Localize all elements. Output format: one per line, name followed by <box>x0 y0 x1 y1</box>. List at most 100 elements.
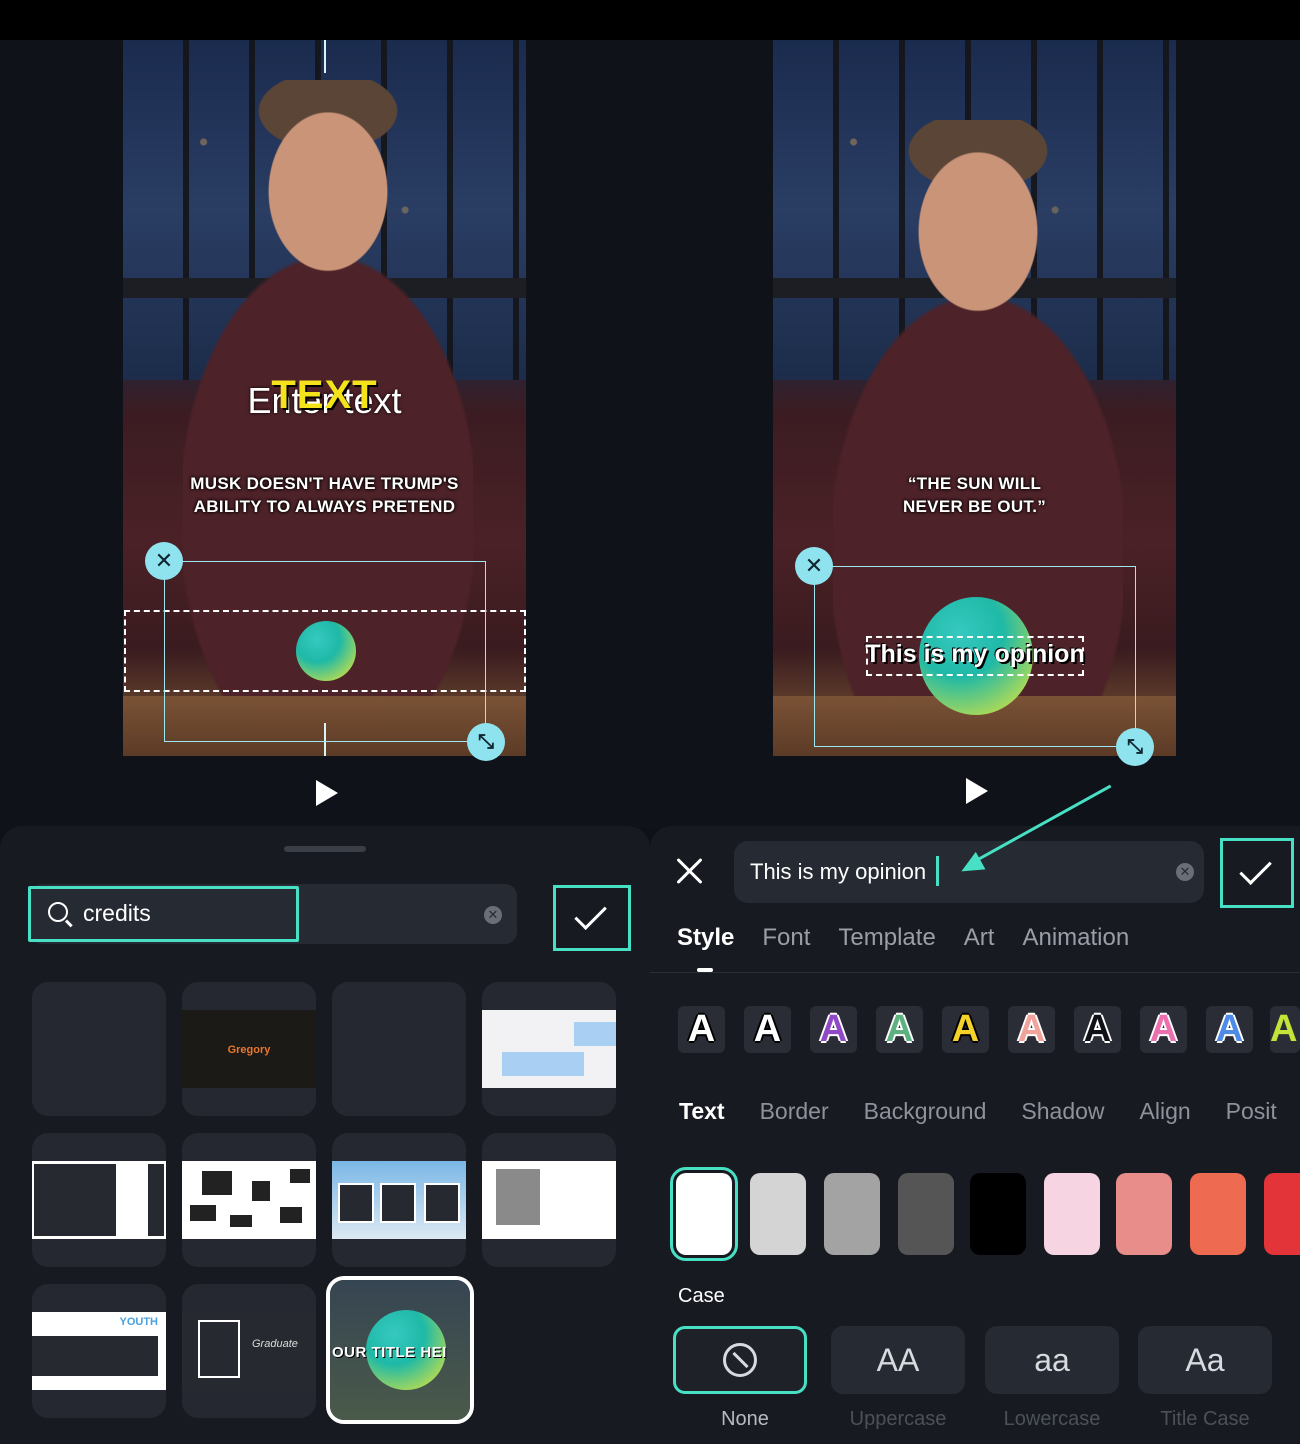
template-tile-selected[interactable]: OUR TITLE HEI <box>326 1276 474 1424</box>
template-panel: credits ✕ Gregory YOUTH Graduate OUR TIT… <box>0 826 650 1444</box>
color-swatch[interactable] <box>1264 1173 1300 1255</box>
template-thumbnail: Graduate <box>182 1312 316 1390</box>
effect-orb <box>296 621 356 681</box>
color-swatch[interactable] <box>1116 1173 1172 1255</box>
subtab-border[interactable]: Border <box>760 1098 829 1125</box>
search-input[interactable]: credits <box>83 900 151 927</box>
tab-style[interactable]: Style <box>677 924 734 952</box>
case-lowercase-button[interactable]: aa <box>985 1326 1119 1394</box>
color-swatch[interactable] <box>670 1167 738 1261</box>
caption-line-1: “THE SUN WILL <box>907 474 1042 493</box>
resize-handle-icon[interactable]: ⤡ <box>1116 728 1154 766</box>
template-tile[interactable] <box>482 1133 616 1267</box>
template-thumbnail: YOUTH <box>32 1312 166 1390</box>
status-bar <box>0 0 1300 40</box>
color-swatch[interactable] <box>750 1173 806 1255</box>
template-label: YOUTH <box>119 1316 159 1328</box>
close-icon[interactable] <box>674 856 704 886</box>
style-preset[interactable]: A <box>744 1006 791 1053</box>
case-none-button[interactable] <box>673 1326 807 1394</box>
template-tile[interactable] <box>332 1133 466 1267</box>
none-icon <box>723 1343 757 1377</box>
text-effect-overlay: TEXT <box>271 373 378 417</box>
drag-handle[interactable] <box>284 846 366 852</box>
case-uppercase-button[interactable]: AA <box>831 1326 965 1394</box>
template-tile[interactable] <box>482 982 616 1116</box>
clear-search-icon[interactable]: ✕ <box>484 906 502 924</box>
search-icon <box>48 902 68 922</box>
template-tile[interactable]: Graduate <box>182 1284 316 1418</box>
thumb-block <box>148 1164 164 1236</box>
thumb-block <box>496 1169 540 1225</box>
search-highlight <box>28 886 299 942</box>
thumb-block <box>338 1183 374 1223</box>
case-uppercase-label: Uppercase <box>849 1408 947 1430</box>
confirm-button[interactable] <box>1220 838 1294 908</box>
thumb-block <box>290 1169 310 1183</box>
case-titlecase-label: Title Case <box>1160 1408 1250 1430</box>
style-preset[interactable]: A <box>810 1006 857 1053</box>
text-edit-panel: This is my opinion ✕ Style Font Template… <box>650 826 1300 1444</box>
style-preset[interactable]: A <box>876 1006 923 1053</box>
delete-handle-icon[interactable]: ✕ <box>145 542 183 580</box>
template-tile[interactable] <box>32 982 166 1116</box>
style-preset[interactable]: A <box>678 1006 725 1053</box>
thumb-block <box>32 1336 158 1376</box>
template-label: Graduate <box>252 1338 298 1350</box>
subtab-shadow[interactable]: Shadow <box>1021 1098 1104 1125</box>
thumb-block <box>280 1207 302 1223</box>
template-tile[interactable] <box>332 982 466 1116</box>
template-thumbnail <box>332 1161 466 1239</box>
editor-tabs: Style Font Template Art Animation <box>677 924 1157 952</box>
none-icon-slash <box>732 1351 749 1369</box>
thumb-block <box>502 1052 584 1076</box>
thumb-block <box>202 1171 232 1195</box>
subtab-text[interactable]: Text <box>679 1098 725 1125</box>
style-preset[interactable]: A <box>1270 1006 1300 1053</box>
thumb-block <box>574 1022 616 1046</box>
tab-font[interactable]: Font <box>762 924 810 952</box>
style-preset[interactable]: A <box>1008 1006 1055 1053</box>
play-button[interactable] <box>966 778 988 804</box>
template-label: OUR TITLE HEI <box>332 1344 447 1361</box>
subtab-align[interactable]: Align <box>1140 1098 1191 1125</box>
template-tile[interactable]: YOUTH <box>32 1284 166 1418</box>
delete-handle-icon[interactable]: ✕ <box>795 547 833 585</box>
template-thumbnail <box>482 1010 616 1088</box>
subtab-background[interactable]: Background <box>864 1098 987 1125</box>
tabs-divider <box>650 972 1300 973</box>
play-button[interactable] <box>316 780 338 806</box>
color-swatch[interactable] <box>898 1173 954 1255</box>
text-caret <box>936 856 939 886</box>
confirm-button[interactable] <box>553 885 631 951</box>
text-input[interactable]: This is my opinion <box>750 859 926 885</box>
template-thumbnail <box>182 1161 316 1239</box>
tab-art[interactable]: Art <box>964 924 995 952</box>
tab-animation[interactable]: Animation <box>1022 924 1129 952</box>
check-icon <box>574 897 607 931</box>
case-label: Case <box>678 1285 725 1307</box>
thumb-block <box>424 1183 460 1223</box>
color-swatch[interactable] <box>970 1173 1026 1255</box>
template-tile[interactable] <box>182 1133 316 1267</box>
color-swatch[interactable] <box>824 1173 880 1255</box>
tab-template[interactable]: Template <box>838 924 935 952</box>
template-thumbnail <box>32 1161 166 1239</box>
color-swatch[interactable] <box>1044 1173 1100 1255</box>
style-preset[interactable]: A <box>1140 1006 1187 1053</box>
caption-line-1: MUSK DOESN'T HAVE TRUMP'S <box>190 474 459 493</box>
template-tile[interactable]: Gregory <box>182 982 316 1116</box>
template-label: Gregory <box>227 1044 271 1056</box>
style-preset[interactable]: A <box>1206 1006 1253 1053</box>
template-tile[interactable] <box>32 1133 166 1267</box>
style-preset[interactable]: A <box>1074 1006 1121 1053</box>
clear-text-icon[interactable]: ✕ <box>1176 863 1194 881</box>
subtab-position[interactable]: Posit <box>1226 1098 1277 1125</box>
style-preset[interactable]: A <box>942 1006 989 1053</box>
case-titlecase-button[interactable]: Aa <box>1138 1326 1272 1394</box>
thumb-block <box>230 1215 252 1227</box>
resize-handle-icon[interactable]: ⤡ <box>467 723 505 761</box>
check-icon <box>1239 852 1272 886</box>
color-swatch[interactable] <box>1190 1173 1246 1255</box>
template-thumbnail <box>482 1161 616 1239</box>
